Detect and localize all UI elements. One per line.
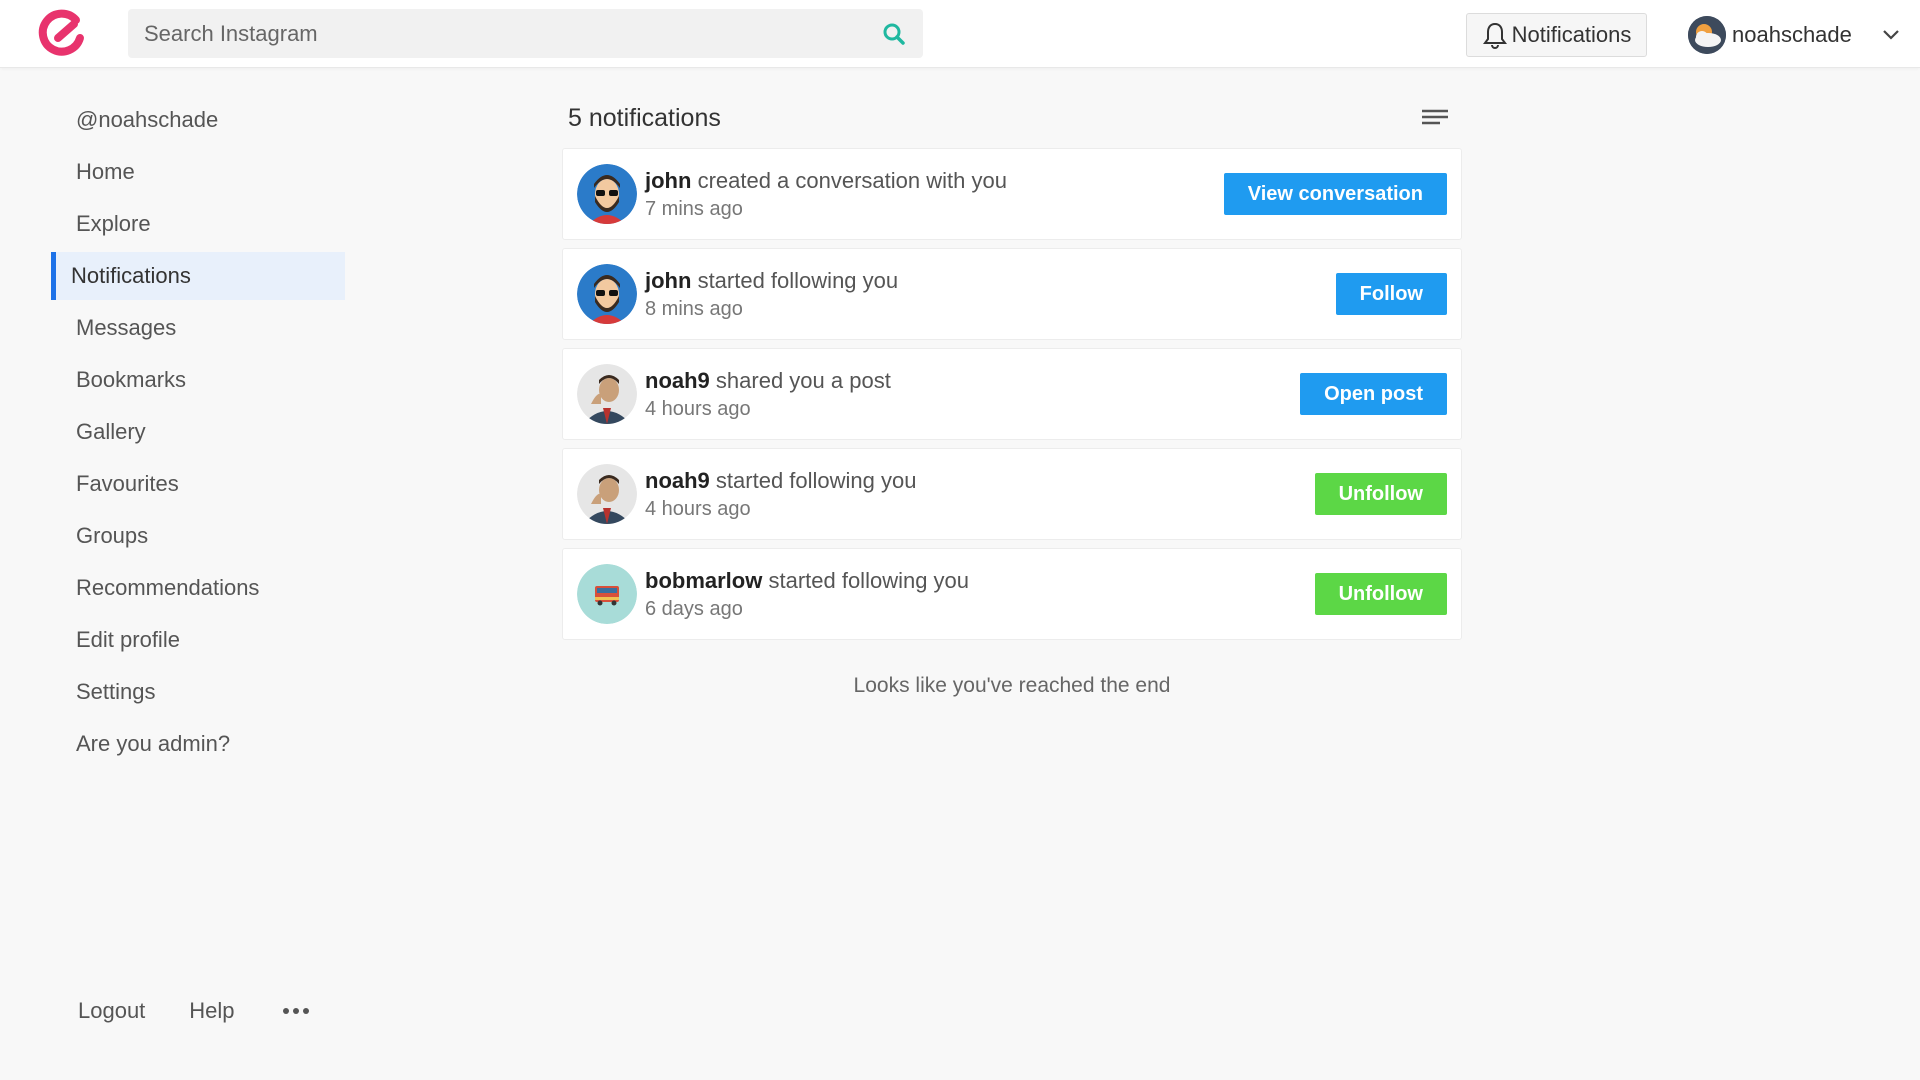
notification-time: 4 hours ago <box>645 397 751 420</box>
sidebar-item-label: Are you admin? <box>76 731 231 756</box>
notifications-count: 5 notifications <box>568 103 721 132</box>
notification-card: noah9 started following you 4 hours ago … <box>562 448 1462 540</box>
sidebar-footer: Logout Help <box>78 998 309 1024</box>
sidebar-item-label: Recommendations <box>76 575 260 600</box>
search-input[interactable] <box>144 20 881 47</box>
sidebar-item-recommendations[interactable]: Recommendations <box>51 564 345 612</box>
notification-message: started following you <box>715 467 917 493</box>
notification-user[interactable]: noah9 <box>645 368 710 393</box>
search-bar <box>128 9 923 58</box>
bell-icon <box>1482 22 1507 49</box>
notification-message: started following you <box>697 267 899 293</box>
sidebar-item-gallery[interactable]: Gallery <box>51 408 345 456</box>
notification-message: created a conversation with you <box>697 167 1007 193</box>
sidebar-item-label: Groups <box>76 523 149 548</box>
notifications-header: 5 notifications <box>562 96 1462 140</box>
bus-avatar-icon <box>577 564 637 624</box>
user-avatar <box>1688 16 1726 54</box>
hipster-avatar-icon <box>577 264 637 324</box>
sidebar-nav: @noahschade Home Explore Notifications M… <box>51 96 345 772</box>
sidebar-item-home[interactable]: Home <box>51 148 345 196</box>
hipster-avatar-icon <box>577 164 637 224</box>
man-suit-avatar-icon <box>577 364 637 424</box>
notification-time: 6 days ago <box>645 597 743 620</box>
notification-card: bobmarlow started following you 6 days a… <box>562 548 1462 640</box>
sidebar-item-admin[interactable]: Are you admin? <box>51 720 345 768</box>
notification-user[interactable]: bobmarlow <box>645 568 762 593</box>
sidebar-item-label: Gallery <box>76 419 146 444</box>
sort-icon[interactable] <box>1420 107 1450 129</box>
sidebar-item-bookmarks[interactable]: Bookmarks <box>51 356 345 404</box>
sidebar-item-groups[interactable]: Groups <box>51 512 345 560</box>
sidebar-item-settings[interactable]: Settings <box>51 668 345 716</box>
notification-time: 8 mins ago <box>645 297 743 320</box>
notification-text: bobmarlow started following you 6 days a… <box>645 568 1315 621</box>
sidebar-item-label: Home <box>76 159 135 184</box>
sidebar-item-favourites[interactable]: Favourites <box>51 460 345 508</box>
sidebar-item-label: Favourites <box>76 471 179 496</box>
chevron-down-icon[interactable] <box>1880 24 1902 46</box>
sidebar-item-messages[interactable]: Messages <box>51 304 345 352</box>
notification-card: john created a conversation with you 7 m… <box>562 148 1462 240</box>
top-bar: Notifications noahschade <box>0 0 1920 68</box>
notification-time: 7 mins ago <box>645 197 743 220</box>
avatar[interactable] <box>577 564 637 624</box>
notification-user[interactable]: john <box>645 168 691 193</box>
sidebar-item-label: Messages <box>76 315 177 340</box>
notification-text: john started following you 8 mins ago <box>645 268 1336 321</box>
sidebar-item-label: Notifications <box>71 263 191 288</box>
sidebar-item-edit-profile[interactable]: Edit profile <box>51 616 345 664</box>
open-post-button[interactable]: Open post <box>1300 373 1447 415</box>
unfollow-button[interactable]: Unfollow <box>1314 573 1447 615</box>
notification-text: noah9 started following you 4 hours ago <box>645 468 1315 521</box>
sidebar-item-notifications[interactable]: Notifications <box>51 252 345 300</box>
notification-text: john created a conversation with you 7 m… <box>645 168 1224 221</box>
sidebar-item-profile[interactable]: @noahschade <box>51 96 345 144</box>
avatar[interactable] <box>577 464 637 524</box>
search-icon[interactable] <box>881 21 907 47</box>
notification-text: noah9 shared you a post 4 hours ago <box>645 368 1300 421</box>
avatar[interactable] <box>577 364 637 424</box>
notification-user[interactable]: john <box>645 268 691 293</box>
notifications-button-label: Notifications <box>1511 22 1632 47</box>
follow-button[interactable]: Follow <box>1335 273 1447 315</box>
user-menu[interactable]: noahschade <box>1688 14 1902 56</box>
sidebar-item-label: Edit profile <box>76 627 180 652</box>
notification-card: noah9 shared you a post 4 hours ago Open… <box>562 348 1462 440</box>
unfollow-button[interactable]: Unfollow <box>1314 473 1447 515</box>
notification-message: started following you <box>768 567 970 593</box>
avatar[interactable] <box>577 264 637 324</box>
sidebar-item-label: Bookmarks <box>76 367 187 392</box>
notifications-panel: 5 notifications john created a conversat… <box>562 96 1462 698</box>
more-options-icon[interactable] <box>282 1008 309 1014</box>
notifications-button[interactable]: Notifications <box>1466 13 1647 57</box>
username-label: noahschade <box>1732 22 1852 47</box>
notification-message: shared you a post <box>715 367 891 393</box>
sidebar-item-label: Settings <box>76 679 156 704</box>
cloud-avatar-icon <box>1688 16 1726 54</box>
man-suit-avatar-icon <box>577 464 637 524</box>
logout-link[interactable]: Logout <box>78 998 145 1024</box>
end-of-list-message: Looks like you've reached the end <box>853 674 1171 697</box>
notification-time: 4 hours ago <box>645 497 751 520</box>
view-conversation-button[interactable]: View conversation <box>1223 173 1447 215</box>
app-logo-icon[interactable] <box>36 8 88 60</box>
sidebar-item-label: @noahschade <box>76 107 219 132</box>
notification-card: john started following you 8 mins ago Fo… <box>562 248 1462 340</box>
notification-user[interactable]: noah9 <box>645 468 710 493</box>
sidebar-item-label: Explore <box>76 211 151 236</box>
sidebar-item-explore[interactable]: Explore <box>51 200 345 248</box>
help-link[interactable]: Help <box>189 998 234 1024</box>
avatar[interactable] <box>577 164 637 224</box>
